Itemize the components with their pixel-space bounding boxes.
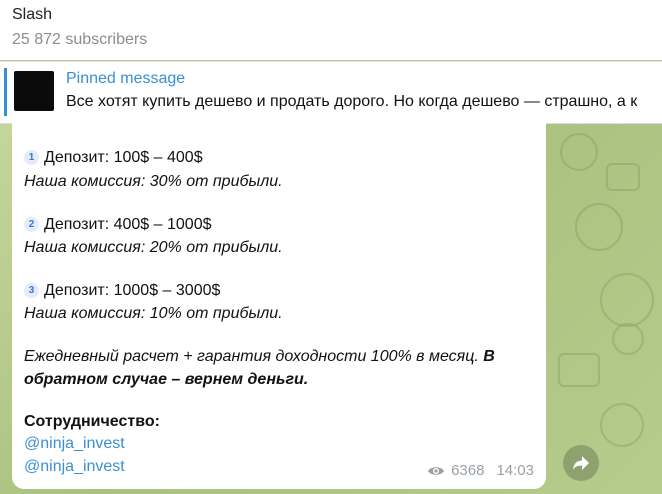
number-badge: 2 (24, 217, 39, 232)
doodle-decoration (560, 133, 598, 171)
channel-header[interactable]: Slash 25 872 subscribers (0, 0, 662, 60)
tier-2-fee: Наша комиссия: 20% от прибыли. (24, 239, 283, 256)
view-count: 6368 (451, 462, 485, 479)
doodle-decoration (575, 203, 623, 251)
channel-title: Slash (12, 6, 53, 23)
doodle-decoration (612, 323, 644, 355)
guarantee-line-1: Ежедневный расчет + гарантия доходности … (24, 348, 495, 366)
subscriber-count: 25 872 subscribers (12, 31, 148, 48)
contact-link[interactable]: @ninja_invest (24, 458, 125, 476)
message-bubble: 1 Депозит: 100$ – 400$ Наша комиссия: 30%… (12, 123, 546, 489)
tier-1-fee: Наша комиссия: 30% от прибыли. (24, 173, 283, 190)
number-badge: 3 (24, 283, 39, 298)
guarantee-bold-start: В (483, 348, 495, 365)
tier-3-deposit-text: Депозит: 1000$ – 3000$ (44, 282, 221, 299)
guarantee-text: Ежедневный расчет + гарантия доходности … (24, 348, 484, 365)
tier-2-deposit-text: Депозит: 400$ – 1000$ (44, 216, 212, 233)
pinned-thumbnail (14, 71, 54, 111)
pinned-message-bar[interactable]: Pinned message Все хотят купить дешево и… (0, 61, 662, 124)
contact-link[interactable]: @ninja_invest (24, 435, 125, 453)
tier-1-deposit: 1 Депозит: 100$ – 400$ (24, 149, 203, 167)
message-time: 14:03 (496, 462, 534, 479)
pinned-label: Pinned message (66, 70, 186, 87)
forward-button[interactable] (563, 445, 599, 481)
guarantee-line-2: обратном случае – вернем деньги. (24, 371, 309, 388)
pinned-text: Все хотят купить дешево и продать дорого… (66, 93, 638, 110)
doodle-decoration (558, 353, 600, 387)
cooperation-label: Сотрудничество: (24, 413, 160, 430)
doodle-decoration (600, 273, 654, 327)
forward-arrow-icon (573, 456, 589, 470)
tier-3-fee: Наша комиссия: 10% от прибыли. (24, 305, 283, 322)
tier-1-deposit-text: Депозит: 100$ – 400$ (44, 149, 203, 166)
doodle-decoration (606, 163, 640, 191)
pinned-accent-bar (4, 68, 7, 116)
number-badge: 1 (24, 150, 39, 165)
message-meta: 6368 14:03 (427, 462, 534, 479)
tier-3-deposit: 3 Депозит: 1000$ – 3000$ (24, 282, 220, 300)
doodle-decoration (600, 403, 644, 447)
tier-2-deposit: 2 Депозит: 400$ – 1000$ (24, 216, 211, 234)
eye-icon (428, 466, 445, 475)
